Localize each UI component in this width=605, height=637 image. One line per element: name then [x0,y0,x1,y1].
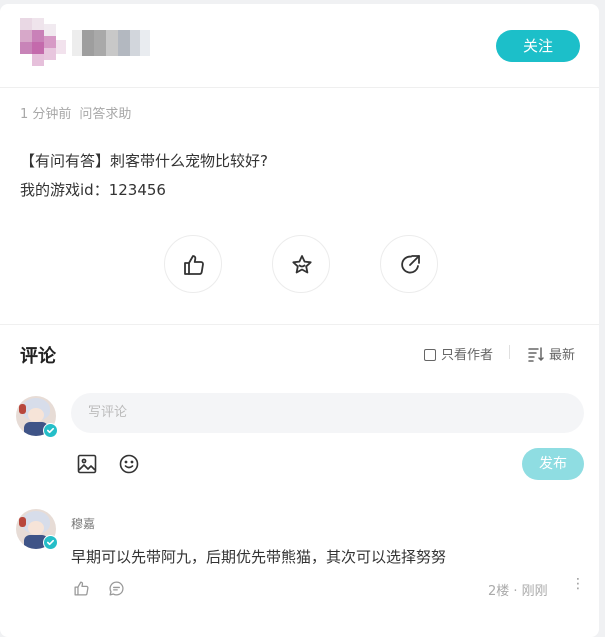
author-avatar-blurred[interactable] [20,18,68,68]
post-header: 关注 [0,4,599,88]
like-button[interactable] [164,235,222,293]
comment-like-button[interactable] [73,580,90,601]
follow-button[interactable]: 关注 [496,30,580,62]
share-button[interactable] [380,235,438,293]
toolbar-divider [509,345,510,359]
only-author-label: 只看作者 [441,348,494,363]
comment-text: 早期可以先带阿九，后期优先带熊猫，其次可以选择努努 [71,548,447,566]
comment-input[interactable]: 写评论 [71,393,584,433]
comment-username[interactable]: 穆嘉 [71,515,95,532]
section-divider [0,324,599,325]
emoji-icon [119,454,139,474]
more-options-icon[interactable]: ⋮ [571,576,585,592]
comment-reply-button[interactable] [108,580,125,601]
verified-badge-icon [43,423,58,438]
post-title: 【有问有答】刺客带什么宠物比较好? [20,152,268,170]
post-meta: 1 分钟前 问答求助 [20,103,131,122]
image-upload-button[interactable] [76,453,98,475]
post-card: 关注 1 分钟前 问答求助 【有问有答】刺客带什么宠物比较好? 我的游戏id：12… [0,4,599,637]
thumbs-up-icon [74,581,89,596]
checkbox-icon[interactable] [424,349,436,361]
publish-button[interactable]: 发布 [522,448,584,480]
only-author-toggle[interactable]: 只看作者 [424,344,493,363]
favorite-button[interactable] [272,235,330,293]
author-name-blurred[interactable] [72,30,152,56]
sort-latest-button[interactable]: 最新 [528,344,575,363]
star-icon [292,255,312,274]
image-icon [77,454,97,474]
thumbs-up-icon [184,255,204,275]
post-time: 1 分钟前 [20,107,72,122]
sort-label: 最新 [549,348,576,363]
post-body: 我的游戏id：123456 [20,181,166,199]
emoji-button[interactable] [118,453,140,475]
reply-bubble-icon [109,581,124,596]
verified-badge-icon [43,535,58,550]
post-category[interactable]: 问答求助 [79,107,131,122]
sort-icon [528,347,544,362]
share-arrow-icon [401,255,420,274]
comments-title: 评论 [20,346,56,367]
comment-meta: 2楼 · 刚刚 [488,584,548,599]
